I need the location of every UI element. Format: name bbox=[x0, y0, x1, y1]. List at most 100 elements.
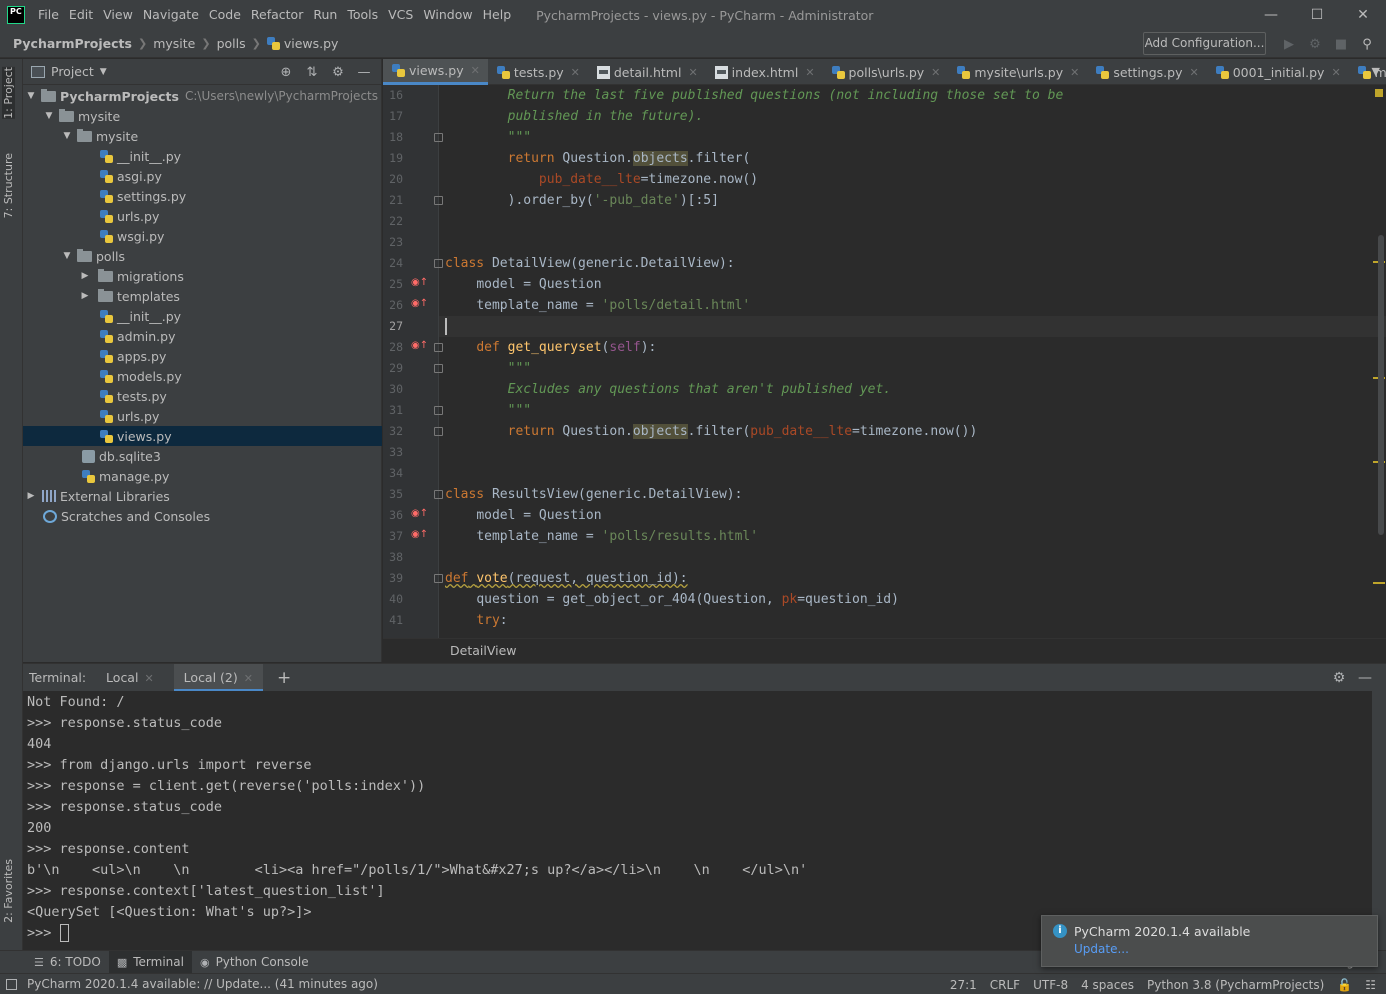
hide-icon[interactable]: — bbox=[1352, 670, 1378, 686]
debug-icon[interactable]: ⚙ bbox=[1302, 37, 1328, 52]
collapse-all-icon[interactable]: ⇅ bbox=[299, 65, 325, 80]
close-icon[interactable]: ✕ bbox=[244, 672, 253, 685]
editor-breadcrumb[interactable]: DetailView bbox=[383, 638, 1386, 662]
caret-position[interactable]: 27:1 bbox=[950, 978, 977, 992]
file-encoding[interactable]: UTF-8 bbox=[1033, 978, 1068, 992]
terminal-output[interactable]: Not Found: / >>> response.status_code 40… bbox=[23, 691, 1386, 950]
chevron-down-icon[interactable]: ▼ bbox=[1372, 59, 1380, 85]
gear-icon[interactable]: ⚙ bbox=[1326, 670, 1352, 686]
terminal-prompt-line[interactable]: >>> bbox=[27, 923, 69, 944]
tree-item[interactable]: __init__.py bbox=[23, 306, 382, 326]
tree-item[interactable]: ▶ templates bbox=[23, 286, 382, 306]
tree-item-selected[interactable]: views.py bbox=[23, 426, 382, 446]
new-terminal-button[interactable]: + bbox=[277, 668, 291, 688]
close-icon[interactable]: ✕ bbox=[688, 66, 697, 79]
breadcrumb-project[interactable]: PycharmProjects bbox=[13, 36, 132, 51]
tree-item[interactable]: db.sqlite3 bbox=[23, 446, 382, 466]
indent-setting[interactable]: 4 spaces bbox=[1081, 978, 1134, 992]
close-icon[interactable]: ✕ bbox=[931, 66, 940, 79]
toggle-tool-windows-icon[interactable] bbox=[6, 978, 17, 990]
tool-tab-structure[interactable]: 7: Structure bbox=[2, 153, 15, 218]
tab-polls-urls-py[interactable]: polls\urls.py ✕ bbox=[823, 59, 949, 85]
chevron-down-icon[interactable]: ▼ bbox=[61, 131, 73, 141]
code-editor[interactable]: 16 17 18 19 20 21 22 23 24 25 26 27 28 2… bbox=[383, 85, 1386, 638]
update-link[interactable]: Update... bbox=[1074, 942, 1129, 956]
tree-item[interactable]: admin.py bbox=[23, 326, 382, 346]
minimize-icon[interactable]: — bbox=[1248, 0, 1294, 30]
breadcrumb-views[interactable]: views.py bbox=[284, 36, 339, 51]
tree-item[interactable]: manage.py bbox=[23, 466, 382, 486]
fold-icon[interactable] bbox=[434, 343, 443, 352]
tab-tests-py[interactable]: tests.py ✕ bbox=[488, 59, 588, 85]
menu-edit[interactable]: Edit bbox=[64, 0, 98, 30]
chevron-right-icon[interactable]: ▶ bbox=[25, 491, 37, 501]
breadcrumb-polls[interactable]: polls bbox=[217, 36, 246, 51]
tree-item[interactable]: urls.py bbox=[23, 206, 382, 226]
terminal-scrollbar[interactable] bbox=[1372, 691, 1386, 950]
tree-item[interactable]: ▶ External Libraries bbox=[23, 486, 382, 506]
tree-item-root[interactable]: ▼ PycharmProjects C:\Users\newly\Pycharm… bbox=[23, 86, 382, 106]
update-notification[interactable]: i PyCharm 2020.1.4 available Update... bbox=[1041, 915, 1378, 967]
tab-models-py[interactable]: models.py bbox=[1349, 59, 1386, 85]
tree-item[interactable]: urls.py bbox=[23, 406, 382, 426]
menu-navigate[interactable]: Navigate bbox=[138, 0, 204, 30]
close-icon[interactable]: ✕ bbox=[1189, 66, 1198, 79]
tree-item[interactable]: asgi.py bbox=[23, 166, 382, 186]
fold-icon[interactable] bbox=[434, 259, 443, 268]
tree-item[interactable]: ▼ polls bbox=[23, 246, 382, 266]
tool-tab-todo[interactable]: ☰ 6: TODO bbox=[26, 951, 109, 974]
tree-item[interactable]: ▼ mysite bbox=[23, 106, 382, 126]
close-icon[interactable]: ✕ bbox=[571, 66, 580, 79]
tab-mysite-urls-py[interactable]: mysite\urls.py ✕ bbox=[948, 59, 1087, 85]
tree-item[interactable]: settings.py bbox=[23, 186, 382, 206]
status-message[interactable]: PyCharm 2020.1.4 available: // Update...… bbox=[6, 977, 378, 991]
project-view-selector[interactable]: Project ▼ bbox=[31, 64, 107, 79]
fold-icon[interactable] bbox=[434, 196, 443, 205]
chevron-right-icon[interactable]: ▶ bbox=[79, 291, 91, 301]
terminal-tab-local-2[interactable]: Local (2) ✕ bbox=[173, 663, 263, 692]
menu-refactor[interactable]: Refactor bbox=[246, 0, 308, 30]
menu-help[interactable]: Help bbox=[478, 0, 517, 30]
tree-item[interactable]: ▼ mysite bbox=[23, 126, 382, 146]
fold-icon[interactable] bbox=[434, 574, 443, 583]
tool-tab-terminal[interactable]: ▩ Terminal bbox=[108, 950, 192, 974]
close-icon[interactable]: ✕ bbox=[144, 672, 153, 685]
menu-view[interactable]: View bbox=[98, 0, 138, 30]
tool-tab-favorites[interactable]: 2: Favorites bbox=[2, 859, 15, 923]
chevron-down-icon[interactable]: ▼ bbox=[43, 111, 55, 121]
hide-icon[interactable]: — bbox=[351, 65, 377, 80]
warning-marker[interactable] bbox=[1373, 582, 1385, 584]
run-icon[interactable]: ▶ bbox=[1276, 37, 1302, 52]
python-interpreter[interactable]: Python 3.8 (PycharmProjects) bbox=[1147, 978, 1324, 992]
fold-icon[interactable] bbox=[434, 490, 443, 499]
fold-icon[interactable] bbox=[434, 133, 443, 142]
fold-icon[interactable] bbox=[434, 406, 443, 415]
close-icon[interactable]: ✕ bbox=[1070, 66, 1079, 79]
menu-tools[interactable]: Tools bbox=[342, 0, 383, 30]
fold-icon[interactable] bbox=[434, 364, 443, 373]
menu-run[interactable]: Run bbox=[308, 0, 342, 30]
locate-icon[interactable]: ⊕ bbox=[273, 65, 299, 80]
tree-item[interactable]: __init__.py bbox=[23, 146, 382, 166]
breadcrumb-mysite[interactable]: mysite bbox=[153, 36, 195, 51]
chevron-down-icon[interactable]: ▼ bbox=[61, 251, 73, 261]
tool-tab-python-console[interactable]: ◉ Python Console bbox=[192, 951, 317, 974]
chevron-right-icon[interactable]: ▶ bbox=[79, 271, 91, 281]
override-method-icon[interactable]: ◉↑ bbox=[411, 529, 428, 540]
tab-detail-html[interactable]: detail.html ✕ bbox=[588, 59, 706, 85]
tree-item[interactable]: apps.py bbox=[23, 346, 382, 366]
lock-icon[interactable]: 🔓 bbox=[1337, 978, 1352, 992]
tab-views-py[interactable]: views.py ✕ bbox=[383, 59, 488, 85]
chevron-down-icon[interactable]: ▼ bbox=[25, 91, 37, 101]
terminal-tab-local[interactable]: Local ✕ bbox=[102, 664, 158, 692]
tab-settings-py[interactable]: settings.py ✕ bbox=[1087, 59, 1206, 85]
menu-file[interactable]: File bbox=[33, 0, 64, 30]
close-icon[interactable]: ✕ bbox=[1331, 66, 1340, 79]
tree-item[interactable]: wsgi.py bbox=[23, 226, 382, 246]
tree-item[interactable]: models.py bbox=[23, 366, 382, 386]
close-icon[interactable]: ✕ bbox=[805, 66, 814, 79]
tool-tab-project[interactable]: 1: Project bbox=[2, 67, 15, 119]
line-separator[interactable]: CRLF bbox=[990, 978, 1020, 992]
close-icon[interactable]: ✕ bbox=[471, 64, 480, 77]
tree-item[interactable]: ▶ migrations bbox=[23, 266, 382, 286]
